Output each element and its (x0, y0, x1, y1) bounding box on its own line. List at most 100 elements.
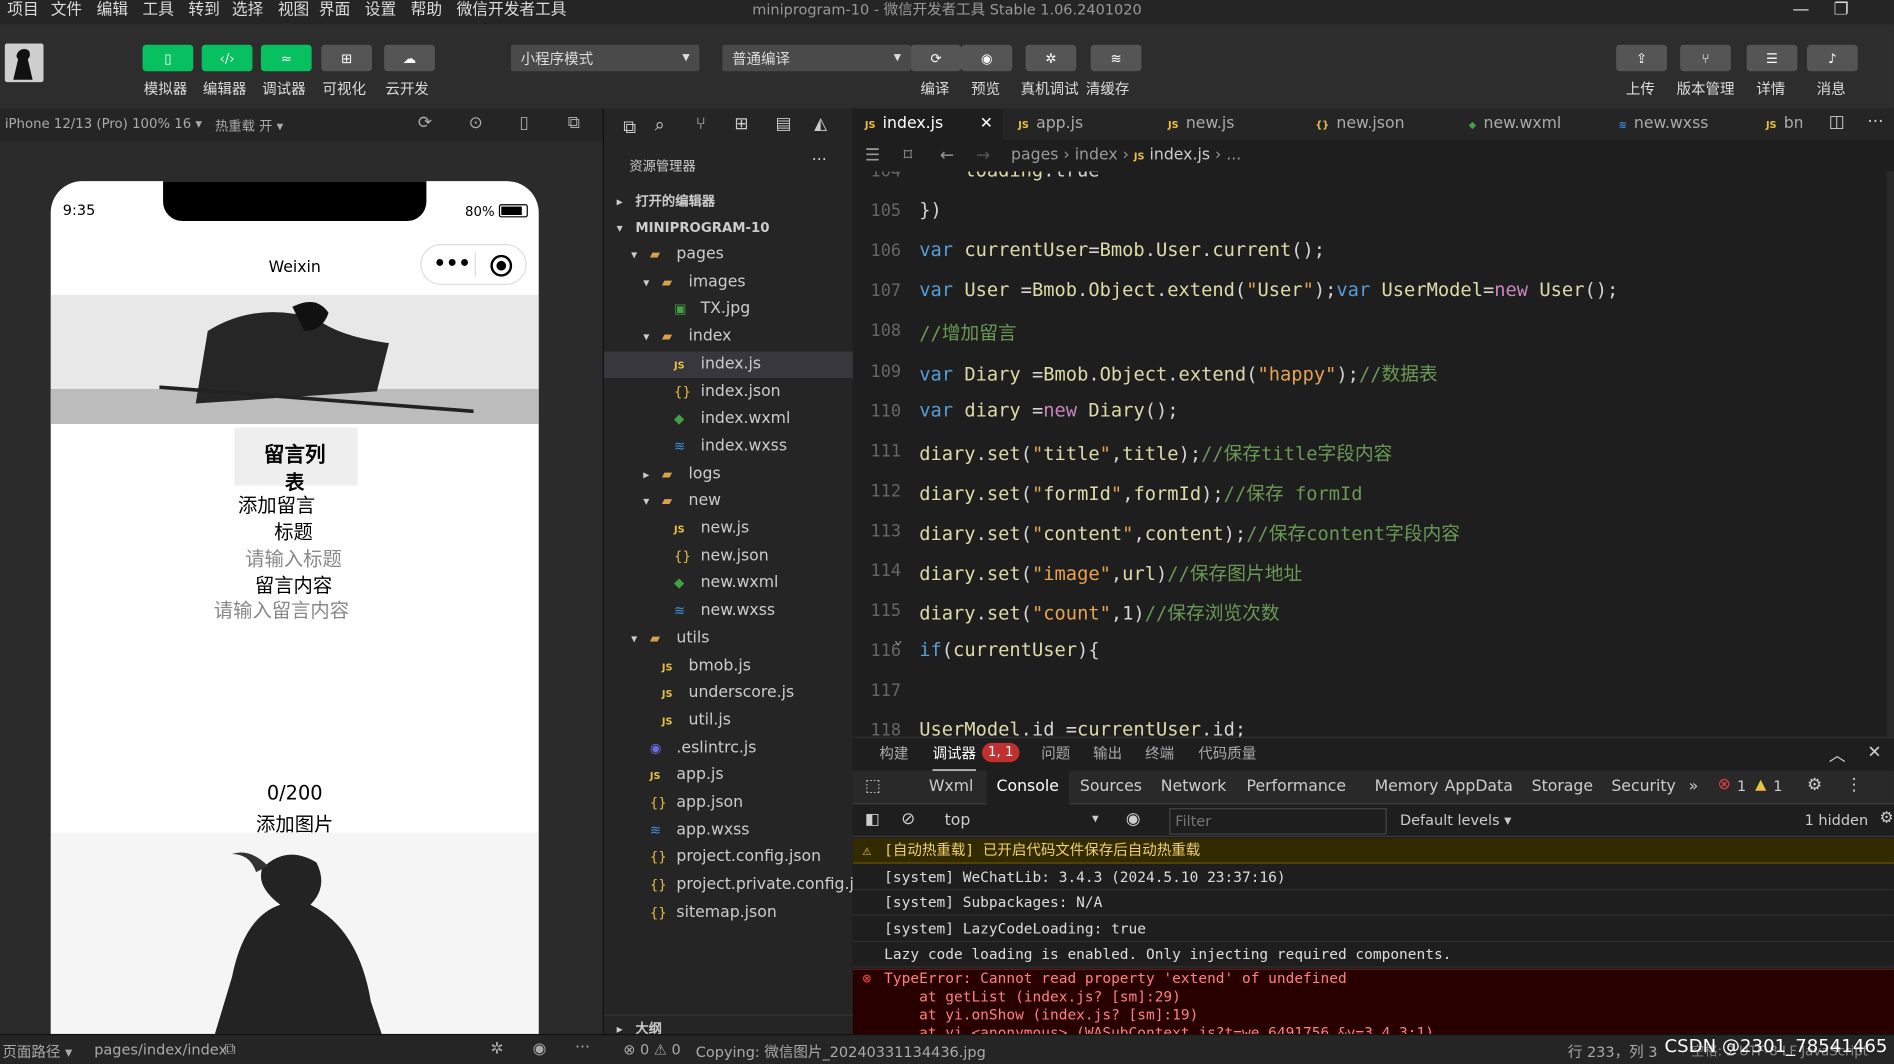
more-icon[interactable]: ··· (575, 1039, 590, 1057)
tree-item[interactable]: ▾ ▰ new (604, 488, 854, 515)
split-editor-icon[interactable]: ◫ (1829, 112, 1845, 131)
code-line[interactable]: UserModel.id =currentUser.id; (919, 719, 1246, 737)
stop-icon[interactable]: ⊙ (469, 114, 483, 133)
forward-icon[interactable]: → (976, 140, 990, 171)
tree-item[interactable]: ◆ new.wxml (604, 571, 854, 598)
code-line[interactable]: diary.set("image",url)//保存图片地址 (919, 559, 1302, 586)
warning-count[interactable]: 1 (1773, 778, 1782, 795)
eye-icon[interactable]: ◉ (1126, 809, 1141, 828)
devtools-tab[interactable]: Security (1602, 771, 1686, 805)
console-error[interactable]: ⊗ TypeError: Cannot read property 'extend… (852, 968, 1894, 1036)
title-input[interactable]: 请输入标题 (245, 542, 342, 571)
compile-select[interactable]: 普通编译 ▾ (722, 44, 911, 72)
context-select[interactable]: top (945, 812, 971, 830)
more-icon[interactable]: ••• (434, 251, 471, 274)
code-line[interactable]: loading:true (919, 172, 1099, 182)
close-mini-program-icon[interactable] (490, 254, 513, 277)
editor-scrollbar[interactable] (1886, 171, 1894, 737)
code-line[interactable]: diary.set("formId",formId);//保存 formId (919, 479, 1362, 506)
menu-item[interactable]: 项目 (0, 0, 46, 21)
tree-item[interactable]: ≋ index.wxss (604, 434, 854, 461)
popout-icon[interactable]: ⧉ (568, 114, 580, 133)
problems-indicator[interactable]: ⊗ 0 ⚠ 0 (623, 1041, 680, 1058)
breadcrumb-item[interactable]: ... (1226, 146, 1241, 164)
bookmark-icon[interactable]: ⌑ (904, 140, 913, 171)
simulator-toggle-button[interactable]: ▯ (142, 44, 194, 72)
code-line[interactable]: var diary =new Diary(); (919, 399, 1178, 421)
compile-button[interactable]: ⟳ (910, 44, 962, 72)
upload-button[interactable]: ⇪ (1616, 44, 1667, 72)
preview-button[interactable]: ◉ (961, 44, 1013, 72)
menu-item[interactable]: 视图 (271, 0, 317, 21)
chevron-up-icon[interactable]: ︿ (1829, 743, 1846, 767)
debug-icon[interactable]: ▤ (775, 115, 791, 134)
remote-debug-button[interactable]: ✲ (1025, 44, 1077, 72)
tree-item[interactable]: {} new.json (604, 543, 854, 570)
stack-frame[interactable]: at yi.onShow (index.js? [sm]:19) (884, 1006, 1894, 1024)
code-line[interactable]: if(currentUser){ (919, 639, 1099, 661)
mode-select[interactable]: 小程序模式 ▾ (510, 44, 700, 72)
tree-item[interactable]: JS bmob.js (604, 653, 854, 680)
avatar[interactable] (4, 43, 44, 83)
error-count[interactable]: 1 (1737, 778, 1746, 795)
close-tab-icon[interactable]: ✕ (980, 109, 993, 140)
add-message-heading[interactable]: 添加留言 (238, 489, 315, 518)
menu-item[interactable]: 文件 (43, 0, 89, 21)
editor-tab[interactable]: {} new.json (1303, 109, 1453, 140)
eye-icon[interactable]: ◉ (533, 1040, 547, 1058)
editor-tab[interactable]: ≋ new.wxss (1607, 109, 1757, 140)
devtools-tab[interactable]: Network (1151, 771, 1236, 805)
tree-item[interactable]: ≋ new.wxss (604, 598, 854, 625)
gear-icon[interactable]: ⚙ (1807, 775, 1822, 794)
devtools-tab[interactable]: Performance (1237, 771, 1356, 805)
tree-item[interactable]: JS underscore.js (604, 680, 854, 707)
device-select[interactable]: iPhone 12/13 (Pro) 100% 16 ▾ (5, 116, 202, 132)
clear-cache-button[interactable]: ≋ (1090, 44, 1142, 72)
menu-item[interactable]: 选择 (225, 0, 271, 21)
breadcrumb-item[interactable]: index (1075, 146, 1118, 164)
phone-icon[interactable]: ▯ (519, 114, 528, 133)
capsule-menu[interactable]: ••• (420, 243, 527, 286)
more-icon[interactable]: ··· (812, 151, 827, 169)
editor-tab[interactable]: JS index.js ✕ (852, 108, 1003, 141)
code-line[interactable]: var Diary =Bmob.Object.extend("happy");/… (919, 359, 1437, 386)
close-icon[interactable]: ✕ (1867, 743, 1881, 762)
preview-image[interactable] (50, 832, 539, 1034)
source-control-icon[interactable]: ⑂ (696, 115, 706, 134)
list-icon[interactable]: ☰ (865, 140, 880, 171)
panel-tab[interactable]: 终端 (1145, 738, 1174, 769)
copy-icon[interactable]: ⧉ (225, 1040, 236, 1058)
menu-item[interactable]: 转到 (181, 0, 227, 21)
kebab-icon[interactable]: ⋮ (1846, 775, 1863, 794)
bug-icon[interactable]: ✲ (490, 1040, 503, 1058)
project-section[interactable]: ▾ MINIPROGRAM-10 (604, 215, 854, 242)
code-editor[interactable]: 104 loading:true 105}) 106 var currentUser=… (852, 171, 1894, 737)
menu-item[interactable]: 设置 (358, 0, 404, 21)
devtools-tab[interactable]: Console (986, 770, 1069, 805)
cloud-toggle-button[interactable]: ☁ (384, 44, 435, 72)
search-icon[interactable]: ⌕ (655, 114, 665, 136)
stack-frame[interactable]: at getList (index.js? [sm]:29) (884, 987, 1894, 1005)
editor-tab[interactable]: ◆ new.wxml (1457, 109, 1607, 140)
clear-console-icon[interactable]: ⊘ (901, 809, 915, 828)
tree-item[interactable]: JS util.js (604, 708, 854, 735)
code-line[interactable]: diary.set("content",content);//保存content… (919, 519, 1460, 546)
editor-tab[interactable]: JS bm (1754, 109, 1802, 140)
breadcrumb-item[interactable]: index.js (1150, 146, 1211, 164)
devtools-tab[interactable]: Storage (1522, 771, 1603, 805)
tree-item[interactable]: JS new.js (604, 516, 854, 543)
panel-tab[interactable]: 代码质量 (1198, 738, 1256, 769)
console-filter-input[interactable] (1169, 808, 1387, 835)
tree-item[interactable]: ▣ TX.jpg (604, 296, 854, 323)
code-line[interactable]: //增加留言 (919, 319, 1016, 346)
code-line[interactable]: diary.set("count",1)//保存浏览次数 (919, 599, 1279, 626)
tree-item[interactable]: ◆ index.wxml (604, 406, 854, 433)
code-line[interactable]: diary.set("title",title);//保存title字段内容 (919, 439, 1392, 466)
gear-icon[interactable]: ⚙ (1879, 809, 1893, 827)
content-textarea[interactable]: 请输入留言内容 (214, 594, 349, 623)
menu-item[interactable]: 帮助 (403, 0, 449, 21)
log-levels-select[interactable]: Default levels ▾ (1400, 812, 1511, 829)
code-line[interactable]: }) (919, 199, 942, 221)
back-icon[interactable]: ← (940, 140, 954, 171)
code-line[interactable]: var User =Bmob.Object.extend("User");var… (919, 279, 1618, 301)
